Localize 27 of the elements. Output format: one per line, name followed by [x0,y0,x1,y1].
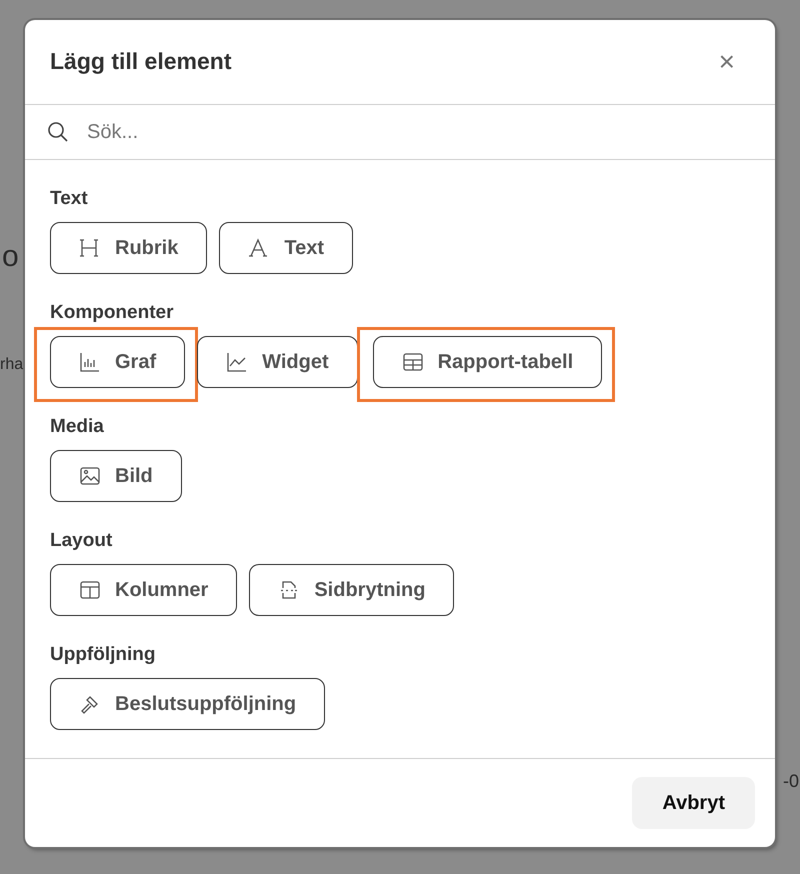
background-text: o [2,239,19,275]
element-option-button[interactable]: Rubrik [50,222,208,274]
background-text: rha [0,355,24,375]
element-option-button[interactable]: Text [219,222,353,274]
element-option-button[interactable]: Kolumner [50,564,238,616]
image-icon [79,464,101,487]
section-heading: Text [50,188,89,210]
section-heading: Layout [50,530,114,552]
section-heading: Komponenter [50,302,174,324]
line-chart-icon [226,350,248,373]
close-button[interactable]: × [718,48,735,76]
dialog-title: Lägg till element [50,48,232,76]
section-heading: Uppföljning [50,644,157,666]
element-option-button[interactable]: Widget [197,336,358,388]
columns-icon [79,578,101,601]
element-option-button[interactable]: Beslutsuppföljning [50,678,326,730]
cancel-button[interactable]: Avbryt [632,776,755,829]
element-option-button[interactable]: Bild [50,450,182,502]
element-option-button[interactable]: Sidbrytning [249,564,454,616]
element-option-button[interactable]: Graf [50,336,186,388]
heading-icon [79,236,101,259]
background-text: -0 [782,770,799,793]
element-option-button[interactable]: Rapport-tabell [372,336,602,388]
table-icon [402,350,424,373]
bar-chart-icon [79,350,101,373]
section-heading: Media [50,416,105,438]
search-icon [47,121,69,144]
